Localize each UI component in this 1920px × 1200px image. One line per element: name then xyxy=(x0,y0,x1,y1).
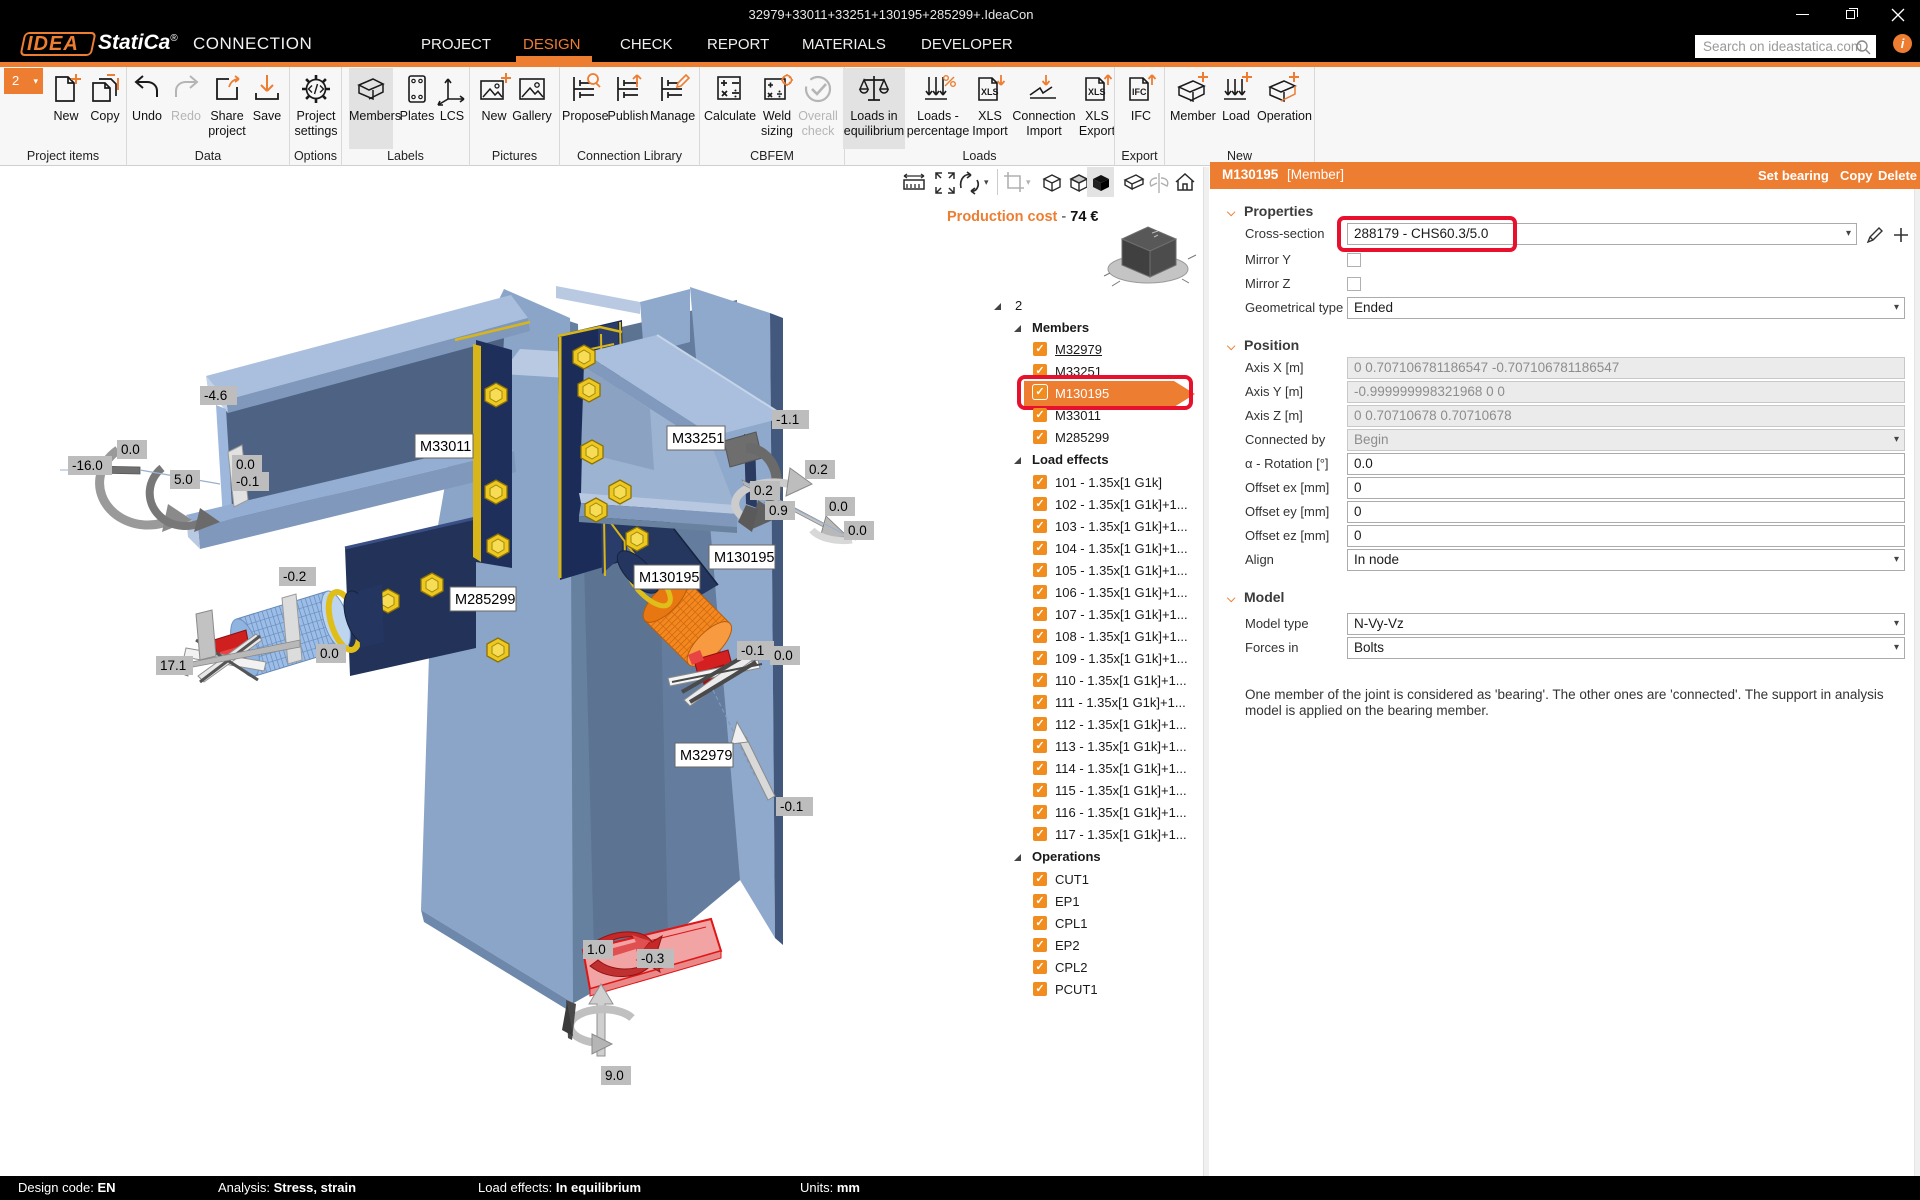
svg-text:-1.1: -1.1 xyxy=(776,412,799,427)
svg-text:0.0: 0.0 xyxy=(829,499,848,514)
svg-text:-0.1: -0.1 xyxy=(236,474,259,489)
svg-text:M285299: M285299 xyxy=(455,592,515,608)
svg-text:-4.6: -4.6 xyxy=(204,388,227,403)
svg-text:M33251: M33251 xyxy=(672,431,724,447)
svg-text:0.0: 0.0 xyxy=(121,442,140,457)
svg-text:M32979: M32979 xyxy=(680,748,732,764)
svg-text:0.2: 0.2 xyxy=(754,483,773,498)
svg-text:-0.3: -0.3 xyxy=(641,951,664,966)
svg-text:5.0: 5.0 xyxy=(174,472,193,487)
svg-text:M130195: M130195 xyxy=(639,570,699,586)
svg-text:-16.0: -16.0 xyxy=(72,458,103,473)
svg-text:0.0: 0.0 xyxy=(320,646,339,661)
svg-text:0.9: 0.9 xyxy=(769,503,788,518)
svg-text:17.1: 17.1 xyxy=(160,658,186,673)
svg-text:-0.2: -0.2 xyxy=(283,569,306,584)
svg-text:1.0: 1.0 xyxy=(587,942,606,957)
svg-text:0.2: 0.2 xyxy=(809,462,828,477)
svg-text:-0.1: -0.1 xyxy=(780,799,803,814)
svg-text:0.0: 0.0 xyxy=(848,523,867,538)
svg-text:0.0: 0.0 xyxy=(236,457,255,472)
svg-text:9.0: 9.0 xyxy=(605,1068,624,1083)
svg-text:-0.1: -0.1 xyxy=(741,643,764,658)
svg-text:0.0: 0.0 xyxy=(774,648,793,663)
svg-text:M33011: M33011 xyxy=(420,439,471,455)
svg-text:M130195: M130195 xyxy=(714,550,774,566)
